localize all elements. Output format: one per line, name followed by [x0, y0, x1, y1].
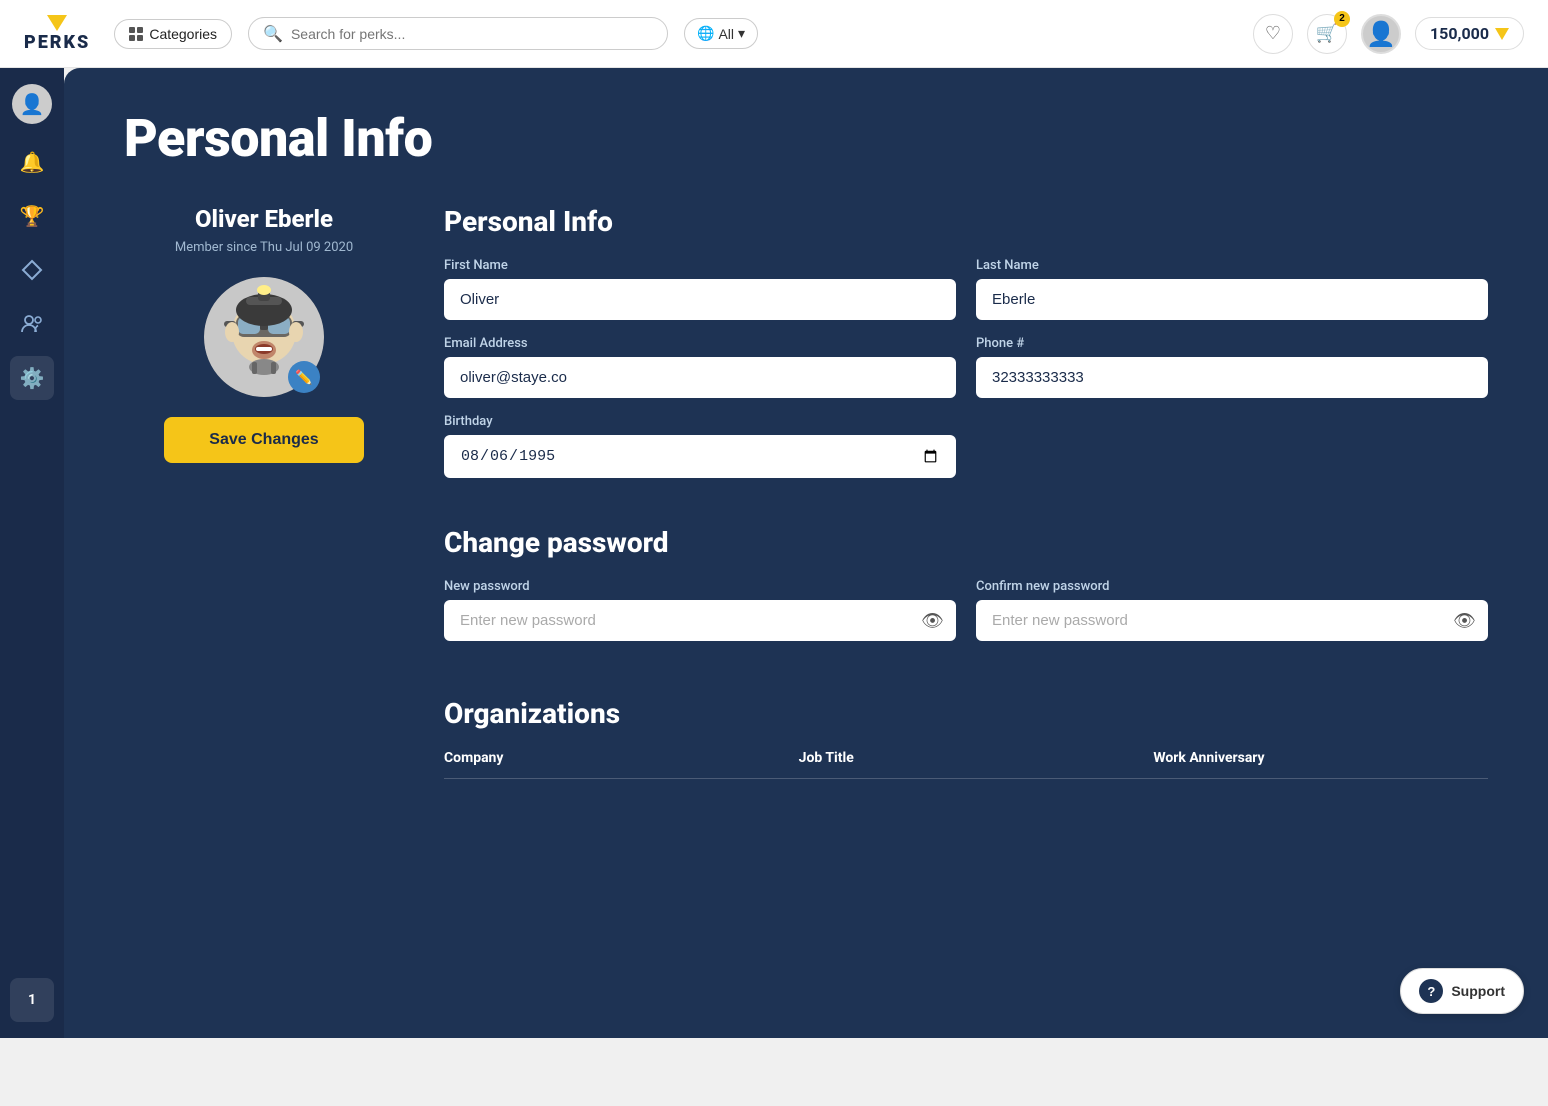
cart-badge: 2	[1334, 11, 1350, 27]
content-grid: Oliver Eberle Member since Thu Jul 09 20…	[124, 205, 1488, 779]
birthday-input[interactable]	[444, 435, 956, 478]
search-bar: 🔍	[248, 17, 668, 50]
phone-label: Phone #	[976, 336, 1488, 351]
chevron-down-icon: ▾	[738, 25, 745, 42]
cart-icon: 🛒	[1316, 23, 1338, 44]
email-input[interactable]	[444, 357, 956, 398]
confirm-password-label: Confirm new password	[976, 579, 1488, 594]
user-avatar[interactable]: 👤	[1361, 14, 1401, 54]
support-label: Support	[1451, 983, 1505, 999]
gear-icon: ⚙️	[20, 366, 45, 390]
personal-info-title: Personal Info	[444, 205, 1488, 238]
member-since: Member since Thu Jul 09 2020	[175, 239, 353, 257]
first-name-group: First Name	[444, 258, 956, 320]
organizations-title: Organizations	[444, 697, 1488, 730]
sidebar-item-help[interactable]: 1	[10, 978, 54, 1022]
change-password-section: Change password New password 👁 Confirm n…	[444, 526, 1488, 657]
profile-name: Oliver Eberle	[195, 205, 333, 233]
password-row: New password 👁 Confirm new password 👁	[444, 579, 1488, 641]
categories-label: Categories	[149, 26, 217, 42]
first-name-input[interactable]	[444, 279, 956, 320]
org-company-header: Company	[444, 750, 779, 766]
new-password-label: New password	[444, 579, 956, 594]
show-password-icon[interactable]: 👁	[921, 610, 944, 631]
org-anniversary-header: Work Anniversary	[1153, 750, 1488, 766]
birthday-label: Birthday	[444, 414, 956, 429]
grid-icon	[129, 27, 143, 41]
org-jobtitle-header: Job Title	[799, 750, 1134, 766]
last-name-label: Last Name	[976, 258, 1488, 273]
confirm-password-group: Confirm new password 👁	[976, 579, 1488, 641]
sidebar-item-users[interactable]	[10, 302, 54, 346]
page-title: Personal Info	[124, 108, 1488, 169]
change-password-title: Change password	[444, 526, 1488, 559]
diamond-icon	[21, 259, 43, 281]
favorites-button[interactable]: ♡	[1253, 14, 1293, 54]
contact-row: Email Address Phone #	[444, 336, 1488, 398]
region-button[interactable]: 🌐 All ▾	[684, 18, 758, 49]
main-content: Personal Info Oliver Eberle Member since…	[64, 68, 1548, 1038]
bell-icon: 🔔	[20, 150, 45, 174]
form-panel: Personal Info First Name Last Name	[444, 205, 1488, 779]
profile-panel: Oliver Eberle Member since Thu Jul 09 20…	[124, 205, 404, 779]
personal-info-section: Personal Info First Name Last Name	[444, 205, 1488, 494]
sidebar-bottom: 1	[10, 978, 54, 1022]
search-icon: 🔍	[263, 24, 283, 43]
sidebar-item-notifications[interactable]: 🔔	[10, 140, 54, 184]
phone-group: Phone #	[976, 336, 1488, 398]
last-name-group: Last Name	[976, 258, 1488, 320]
layout: 👤 🔔 🏆 ⚙️ 1	[0, 68, 1548, 1038]
nav-right: ♡ 🛒 2 👤 150,000	[1253, 14, 1524, 54]
confirm-password-input[interactable]	[976, 600, 1488, 641]
logo: PERKS	[24, 15, 90, 53]
support-button[interactable]: ? Support	[1400, 968, 1524, 1014]
profile-avatar-container: ✏️	[204, 277, 324, 397]
show-confirm-password-icon[interactable]: 👁	[1453, 610, 1476, 631]
globe-icon: 🌐	[697, 25, 714, 42]
last-name-input[interactable]	[976, 279, 1488, 320]
sidebar-item-rewards[interactable]: 🏆	[10, 194, 54, 238]
birthday-group: Birthday	[444, 414, 966, 478]
edit-avatar-button[interactable]: ✏️	[288, 361, 320, 393]
region-label: All	[718, 26, 734, 42]
save-changes-button[interactable]: Save Changes	[164, 417, 364, 463]
logo-triangle-icon	[47, 15, 67, 31]
new-password-input[interactable]	[444, 600, 956, 641]
points-display: 150,000	[1415, 17, 1524, 50]
pencil-icon: ✏️	[295, 369, 312, 386]
support-icon: ?	[1419, 979, 1443, 1003]
email-group: Email Address	[444, 336, 956, 398]
help-icon: 1	[28, 992, 36, 1008]
heart-icon: ♡	[1265, 23, 1281, 44]
confirm-password-wrapper: 👁	[976, 600, 1488, 641]
sidebar: 👤 🔔 🏆 ⚙️ 1	[0, 68, 64, 1038]
search-input[interactable]	[291, 26, 653, 42]
sidebar-avatar[interactable]: 👤	[12, 84, 52, 124]
sidebar-item-settings[interactable]: ⚙️	[10, 356, 54, 400]
org-table-header: Company Job Title Work Anniversary	[444, 750, 1488, 779]
points-value: 150,000	[1430, 24, 1489, 43]
logo-text: PERKS	[24, 32, 90, 53]
new-password-wrapper: 👁	[444, 600, 956, 641]
trophy-icon: 🏆	[20, 204, 45, 228]
points-icon	[1495, 28, 1509, 40]
birthday-row: Birthday	[444, 414, 1488, 478]
name-row: First Name Last Name	[444, 258, 1488, 320]
topnav: PERKS Categories 🔍 🌐 All ▾ ♡ 🛒 2 👤 150,0…	[0, 0, 1548, 68]
email-label: Email Address	[444, 336, 956, 351]
phone-input[interactable]	[976, 357, 1488, 398]
users-icon	[21, 315, 43, 333]
sidebar-item-points[interactable]	[10, 248, 54, 292]
first-name-label: First Name	[444, 258, 956, 273]
organizations-section: Organizations Company Job Title Work Ann…	[444, 697, 1488, 779]
categories-button[interactable]: Categories	[114, 19, 232, 49]
cart-button[interactable]: 🛒 2	[1307, 14, 1347, 54]
new-password-group: New password 👁	[444, 579, 956, 641]
